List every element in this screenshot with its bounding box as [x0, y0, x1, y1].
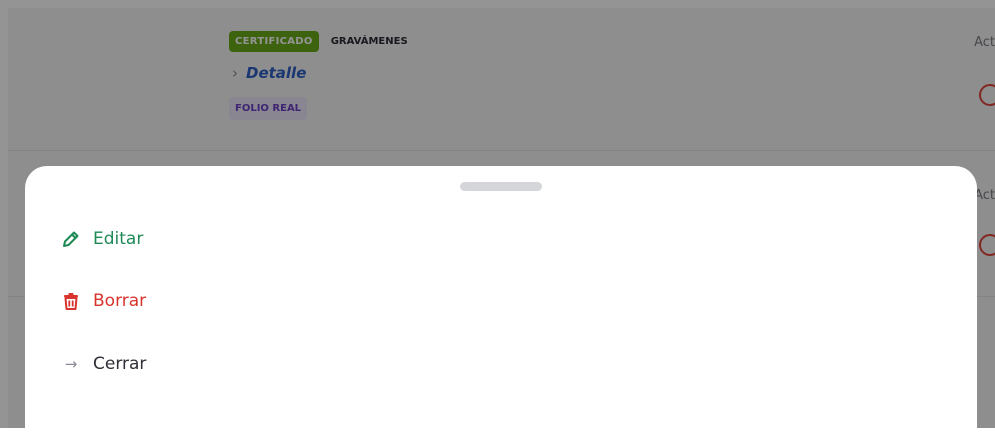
close-button[interactable]: → Cerrar: [61, 354, 147, 374]
sheet-drag-handle[interactable]: [460, 182, 542, 191]
close-button-label: Cerrar: [93, 354, 147, 374]
delete-button-label: Borrar: [93, 291, 147, 311]
action-bottom-sheet: Editar Borrar → Cerrar: [25, 166, 977, 446]
edit-button-label: Editar: [93, 229, 144, 249]
pencil-icon: [61, 229, 81, 249]
delete-button[interactable]: Borrar: [61, 291, 146, 311]
trash-icon: [61, 291, 81, 311]
edit-button[interactable]: Editar: [61, 229, 143, 249]
arrow-right-icon: →: [64, 355, 78, 373]
